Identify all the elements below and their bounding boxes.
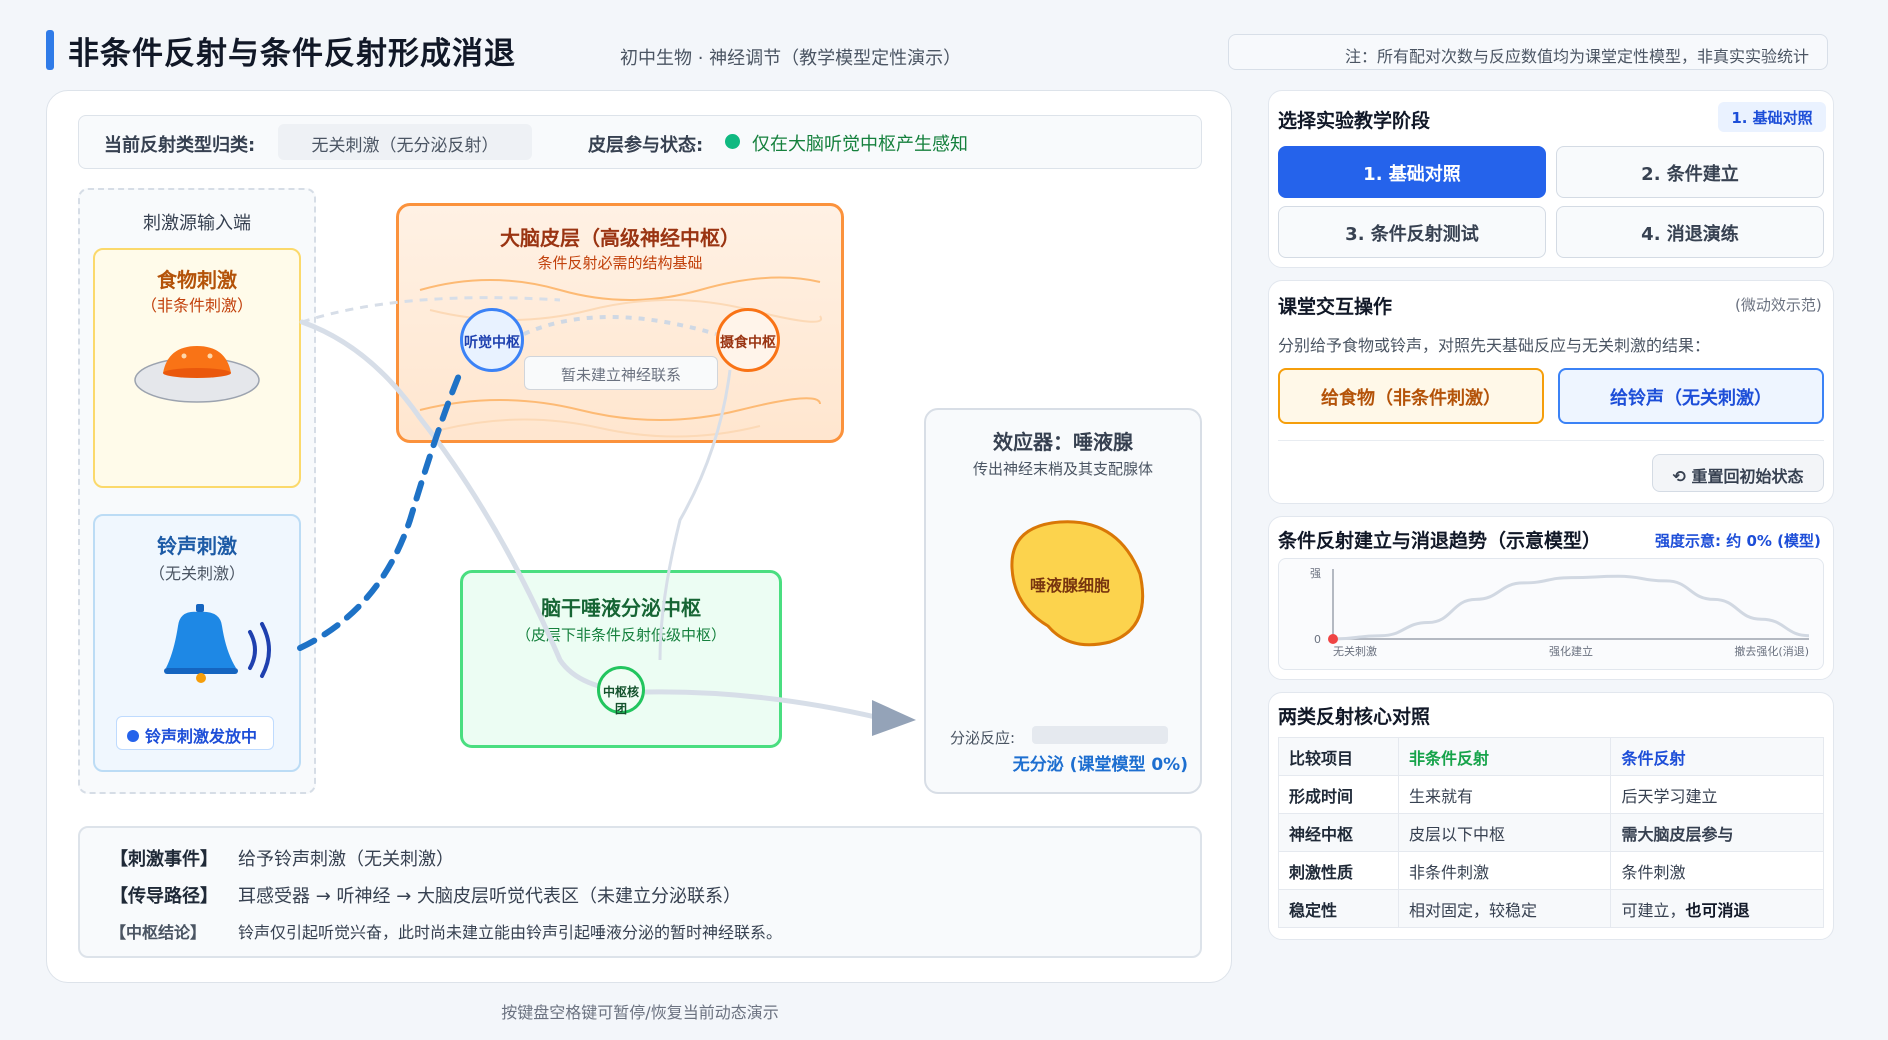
keyboard-hint: 按键盘空格键可暂停/恢复当前动态演示 xyxy=(501,1003,779,1022)
stability-text: 可建立， xyxy=(1621,900,1686,920)
salivary-gland-label: 唾液腺细胞 xyxy=(1029,576,1110,595)
bell-stimulus-title: 铃声刺激 xyxy=(157,534,237,558)
page-title: 非条件反射与条件反射形成消退 xyxy=(68,36,516,72)
trend-current-point xyxy=(1328,634,1338,644)
disclaimer-note: 注：所有配对次数与反应数值均为课堂定性模型，非真实实验统计 xyxy=(1228,34,1828,70)
table-row: 刺激性质 非条件刺激 条件刺激 xyxy=(1278,851,1824,890)
give-bell-button[interactable]: 给铃声（无关刺激） xyxy=(1558,368,1824,424)
current-stage-chip: 1. 基础对照 xyxy=(1718,102,1826,132)
food-bowl-icon xyxy=(134,346,260,403)
bell-active-badge: 铃声刺激发放中 xyxy=(116,716,274,750)
table-cell: 神经中枢 xyxy=(1278,813,1399,852)
stage-button-3[interactable]: 3. 条件反射测试 xyxy=(1278,206,1546,258)
trend-title: 条件反射建立与消退趋势（示意模型） xyxy=(1278,530,1602,552)
secretion-bar xyxy=(1032,726,1168,744)
secretion-value: 无分泌 (课堂模型 0%) xyxy=(1012,755,1188,775)
no-connection-badge: 暂未建立神经联系 xyxy=(524,356,718,390)
table-header-row: 比较项目 非条件反射 条件反射 xyxy=(1278,737,1824,776)
table-cell: 形成时间 xyxy=(1278,775,1399,814)
table-row: 神经中枢 皮层以下中枢 需大脑皮层参与 xyxy=(1278,813,1824,852)
page-subtitle: 初中生物 · 神经调节（教学模型定性演示） xyxy=(620,48,962,69)
trend-series-line xyxy=(1332,574,1810,641)
title-accent-bar xyxy=(46,30,54,70)
table-cell: 可建立，也可消退 xyxy=(1610,889,1824,928)
table-cell: 条件刺激 xyxy=(1610,851,1824,890)
trend-plot-area: 强 0 无关刺激 强化建立 撤去强化(消退) xyxy=(1278,558,1824,670)
secretion-label: 分泌反应: xyxy=(950,729,1016,747)
stimulus-column-title: 刺激源输入端 xyxy=(143,213,251,234)
stage-selector-title: 选择实验教学阶段 xyxy=(1278,110,1431,132)
log-event-key: 【刺激事件】 xyxy=(110,849,218,870)
table-header-cell: 非条件反射 xyxy=(1397,737,1612,776)
operation-hint: (微动效示范) xyxy=(1735,296,1822,314)
trend-x-tick-label: 撤去强化(消退) xyxy=(1734,644,1809,658)
stage-button-1[interactable]: 1. 基础对照 xyxy=(1278,146,1546,198)
reset-icon: ⟲ xyxy=(1672,467,1692,486)
table-cell: 刺激性质 xyxy=(1278,851,1399,890)
operation-divider xyxy=(1278,440,1824,441)
table-cell: 非条件刺激 xyxy=(1397,851,1612,890)
table-cell: 稳定性 xyxy=(1278,889,1399,928)
reset-button[interactable]: ⟲ 重置回初始状态 xyxy=(1652,454,1824,492)
comparison-title: 两类反射核心对照 xyxy=(1278,706,1431,728)
stage-button-2[interactable]: 2. 条件建立 xyxy=(1556,146,1824,198)
effector-subtitle: 传出神经末梢及其支配腺体 xyxy=(972,460,1153,478)
feeding-center-node: 摄食中枢 xyxy=(716,308,780,372)
table-cell: 后天学习建立 xyxy=(1610,775,1824,814)
trend-y-tick-label: 0 xyxy=(1314,633,1321,646)
table-cell: 需大脑皮层参与 xyxy=(1610,813,1824,852)
log-event-value: 给予铃声刺激（无关刺激） xyxy=(238,849,454,870)
food-stimulus-title: 食物刺激 xyxy=(157,268,237,292)
log-path-key: 【传导路径】 xyxy=(110,886,218,907)
bell-badge-label: 铃声刺激发放中 xyxy=(145,727,258,746)
log-conclusion-value: 铃声仅引起听觉兴奋，此时尚未建立能由铃声引起唾液分泌的暂时神经联系。 xyxy=(238,923,783,942)
cortex-title: 大脑皮层（高级神经中枢） xyxy=(500,226,740,250)
comparison-table: 比较项目 非条件反射 条件反射 形成时间 生来就有 后天学习建立 神经中枢 皮层… xyxy=(1278,737,1824,928)
operation-description: 分别给予食物或铃声，对照先天基础反应与无关刺激的结果： xyxy=(1278,336,1711,355)
brainstem-core-node: 中枢核团 xyxy=(597,666,645,716)
table-header-cell: 比较项目 xyxy=(1278,737,1399,776)
table-cell: 相对固定，较稳定 xyxy=(1397,889,1612,928)
trend-chart: 强 0 无关刺激 强化建立 撤去强化(消退) xyxy=(1310,567,1810,658)
hearing-center-node: 听觉中枢 xyxy=(460,308,524,372)
cortex-status-value: 仅在大脑听觉中枢产生感知 xyxy=(752,134,968,155)
brainstem-subtitle: （皮层下非条件反射低级中枢） xyxy=(515,626,726,644)
brainstem-title: 脑干唾液分泌中枢 xyxy=(541,596,701,620)
bell-icon xyxy=(164,604,271,683)
table-cell: 生来就有 xyxy=(1397,775,1612,814)
cortex-subtitle: 条件反射必需的结构基础 xyxy=(537,254,703,272)
table-header-cell: 条件反射 xyxy=(1610,737,1824,776)
trend-y-tick-label: 强 xyxy=(1310,567,1321,580)
cortex-status-label: 皮层参与状态: xyxy=(588,135,704,156)
stability-emphasis: 也可消退 xyxy=(1685,900,1750,920)
reset-button-label: 重置回初始状态 xyxy=(1691,467,1804,486)
food-stimulus-subtitle: （非条件刺激） xyxy=(140,296,253,315)
reflex-type-label: 当前反射类型归类: xyxy=(104,135,256,156)
trend-x-tick-label: 强化建立 xyxy=(1549,644,1593,658)
log-conclusion-key: 【中枢结论】 xyxy=(110,923,207,942)
reflex-type-value: 无关刺激（无分泌反射） xyxy=(278,124,532,160)
trend-x-tick-label: 无关刺激 xyxy=(1333,644,1377,658)
bell-badge-dot xyxy=(127,729,139,742)
bell-stimulus-subtitle: （无关刺激） xyxy=(148,564,245,583)
cortex-status-dot xyxy=(725,134,740,149)
table-row: 稳定性 相对固定，较稳定 可建立，也可消退 xyxy=(1278,889,1824,928)
log-path-value: 耳感受器 → 听神经 → 大脑皮层听觉代表区（未建立分泌联系） xyxy=(238,886,742,907)
trend-strength: 强度示意: 约 0% (模型) xyxy=(1655,532,1821,550)
table-cell: 皮层以下中枢 xyxy=(1397,813,1612,852)
operation-title: 课堂交互操作 xyxy=(1278,296,1393,318)
table-row: 形成时间 生来就有 后天学习建立 xyxy=(1278,775,1824,814)
give-food-button[interactable]: 给食物（非条件刺激） xyxy=(1278,368,1544,424)
stage-button-4[interactable]: 4. 消退演练 xyxy=(1556,206,1824,258)
effector-title: 效应器：唾液腺 xyxy=(993,430,1133,454)
